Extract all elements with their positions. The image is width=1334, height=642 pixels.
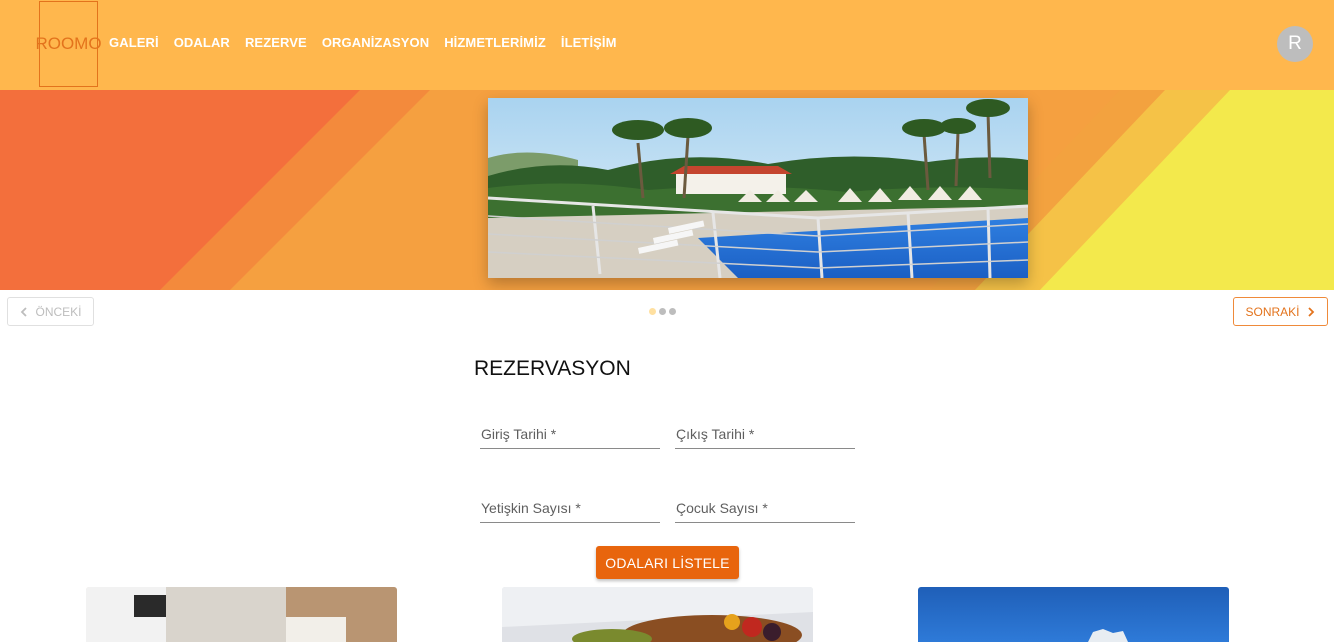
logo[interactable]: ROOMO bbox=[35, 1, 102, 87]
carousel-prev-label: ÖNCEKİ bbox=[35, 304, 82, 319]
carousel-dot-1[interactable] bbox=[649, 308, 656, 315]
room-photo bbox=[86, 587, 397, 642]
avatar-initial: R bbox=[1288, 33, 1302, 54]
checkout-date-label: Çıkış Tarihi * bbox=[676, 426, 755, 442]
nav-item-odalar[interactable]: ODALAR bbox=[174, 35, 230, 50]
carousel-dot-3[interactable] bbox=[669, 308, 676, 315]
pool-photo bbox=[488, 98, 1028, 278]
main-nav: GALERİ ODALAR REZERVE ORGANİZASYON HİZME… bbox=[109, 35, 632, 50]
nav-item-organizasyon[interactable]: ORGANİZASYON bbox=[322, 35, 429, 50]
list-rooms-button[interactable]: ODALARI LİSTELE bbox=[596, 546, 739, 579]
checkin-date-field[interactable]: Giriş Tarihi * bbox=[480, 419, 660, 449]
nav-item-hizmetlerimiz[interactable]: HİZMETLERİMİZ bbox=[444, 35, 546, 50]
carousel-next-label: SONRAKİ bbox=[1245, 304, 1300, 319]
adults-count-label: Yetişkin Sayısı * bbox=[481, 500, 581, 516]
top-app-bar: ROOMO GALERİ ODALAR REZERVE ORGANİZASYON… bbox=[0, 0, 1334, 90]
children-count-field[interactable]: Çocuk Sayısı * bbox=[675, 493, 855, 523]
carousel-next-button[interactable]: SONRAKİ bbox=[1233, 297, 1328, 326]
children-count-label: Çocuk Sayısı * bbox=[676, 500, 768, 516]
room-card-1[interactable] bbox=[86, 587, 397, 642]
logo-text: ROOMO bbox=[35, 34, 102, 53]
carousel-indicators bbox=[649, 308, 676, 315]
hotel-exterior-card[interactable] bbox=[918, 587, 1229, 642]
hero-banner bbox=[0, 90, 1334, 290]
hotel-exterior-photo bbox=[918, 587, 1229, 642]
carousel-prev-button[interactable]: ÖNCEKİ bbox=[7, 297, 94, 326]
reservation-title: REZERVASYON bbox=[474, 357, 631, 380]
adults-count-field[interactable]: Yetişkin Sayısı * bbox=[480, 493, 660, 523]
checkout-date-field[interactable]: Çıkış Tarihi * bbox=[675, 419, 855, 449]
chevron-right-icon bbox=[1307, 306, 1314, 317]
avatar[interactable]: R bbox=[1277, 26, 1313, 62]
nav-item-rezerve[interactable]: REZERVE bbox=[245, 35, 307, 50]
chevron-left-icon bbox=[21, 306, 28, 317]
nav-item-galeri[interactable]: GALERİ bbox=[109, 35, 159, 50]
checkin-date-label: Giriş Tarihi * bbox=[481, 426, 557, 442]
restaurant-card[interactable] bbox=[502, 587, 813, 642]
carousel-dot-2[interactable] bbox=[659, 308, 666, 315]
nav-item-iletisim[interactable]: İLETİŞİM bbox=[561, 35, 617, 50]
restaurant-photo bbox=[502, 587, 813, 642]
hero-slide-image[interactable] bbox=[488, 98, 1028, 278]
